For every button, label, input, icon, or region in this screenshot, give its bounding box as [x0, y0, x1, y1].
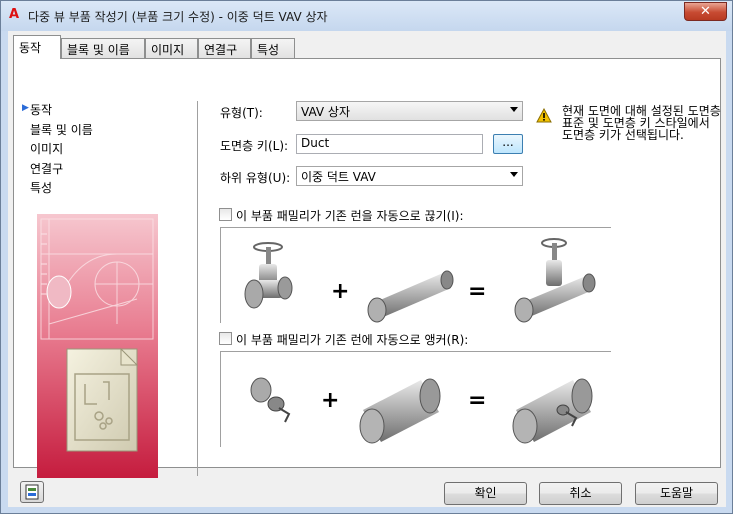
tab-label: 연결구 [204, 43, 238, 57]
tab-image[interactable]: 이미지 [145, 38, 198, 58]
nav-item-image[interactable]: 이미지 [30, 140, 63, 157]
browse-layer-key-button[interactable]: ... [493, 134, 523, 154]
plus-sign: + [331, 279, 349, 304]
play-arrow-icon: ▶ [22, 103, 29, 113]
type-label: 유형(T): [220, 106, 263, 120]
tab-action[interactable]: 동작 [13, 35, 61, 59]
help-button-label: 도움말 [659, 486, 694, 500]
cancel-button[interactable]: 취소 [539, 482, 622, 505]
chevron-down-icon [510, 172, 518, 177]
layer-key-warning-text: 현재 도면에 대해 설정된 도면층 표준 및 도면층 키 스타일에서 도면층 키… [562, 104, 721, 142]
tab-label: 이미지 [151, 43, 185, 57]
valve-in-pipe-icon [514, 238, 596, 323]
ellipsis-icon: ... [502, 135, 514, 149]
nav-item-label: 특성 [30, 181, 53, 195]
pipe-icon [367, 270, 454, 323]
tab-properties[interactable]: 특성 [251, 38, 295, 58]
nav-item-label: 연결구 [30, 162, 64, 176]
nav-item-label: 블록 및 이름 [30, 123, 93, 137]
layer-key-label: 도면층 키(L): [220, 139, 289, 153]
auto-break-checkbox[interactable] [219, 208, 232, 221]
anchor-icon [250, 377, 291, 423]
tab-connectors[interactable]: 연결구 [198, 38, 251, 58]
title-bar[interactable]: A 다중 뷰 부품 작성기 (부품 크기 수정) - 이중 덕트 VAV 상자 … [1, 1, 732, 31]
subtype-label: 하위 유형(U): [220, 171, 291, 185]
equals-sign: = [468, 388, 486, 413]
layer-key-value: Duct [301, 136, 330, 150]
break-illustration: + = [244, 238, 596, 323]
dialog-client: 동작 블록 및 이름 이미지 연결구 특성 ▶ 동작 블록 및 이름 이미지 연… [8, 31, 726, 507]
dialog-window: A 다중 뷰 부품 작성기 (부품 크기 수정) - 이중 덕트 VAV 상자 … [0, 0, 733, 514]
tab-block-and-name[interactable]: 블록 및 이름 [61, 38, 145, 58]
auto-break-preview: + = [220, 227, 611, 323]
auto-break-label: 이 부품 패밀리가 기존 런을 자동으로 끊기(I): [236, 209, 464, 223]
close-icon: ✕ [700, 4, 711, 19]
catalog-illustration [37, 214, 158, 478]
layer-key-input[interactable]: Duct [296, 134, 483, 154]
nav-item-action[interactable]: ▶ 동작 [22, 101, 53, 118]
auto-anchor-preview: + = [220, 351, 611, 447]
auto-anchor-checkbox[interactable] [219, 332, 232, 345]
subtype-dropdown[interactable]: 이중 덕트 VAV [296, 166, 523, 186]
tab-label: 동작 [19, 41, 42, 55]
catalog-preview-button[interactable] [20, 481, 44, 503]
tab-label: 블록 및 이름 [67, 43, 130, 57]
ok-button[interactable]: 확인 [444, 482, 527, 505]
vertical-divider [197, 101, 198, 476]
duct-icon [359, 378, 441, 444]
auto-anchor-label: 이 부품 패밀리가 기존 런에 자동으로 앵커(R): [236, 333, 469, 347]
nav-item-properties[interactable]: 특성 [30, 179, 52, 196]
nav-item-block-and-name[interactable]: 블록 및 이름 [30, 121, 93, 138]
tab-label: 특성 [257, 43, 280, 57]
tab-panel-action: ▶ 동작 블록 및 이름 이미지 연결구 특성 유형(T): VAV 상자 도면… [13, 58, 721, 478]
valve-icon [244, 242, 293, 309]
subtype-dropdown-value: 이중 덕트 VAV [301, 170, 376, 184]
warning-icon [536, 108, 552, 123]
type-dropdown-value: VAV 상자 [301, 105, 350, 119]
autocad-app-icon: A [9, 7, 20, 22]
anchored-duct-icon [512, 378, 593, 444]
type-dropdown[interactable]: VAV 상자 [296, 101, 523, 121]
cancel-button-label: 취소 [569, 486, 592, 500]
close-button[interactable]: ✕ [684, 2, 727, 21]
ok-button-label: 확인 [474, 486, 497, 500]
plus-sign: + [321, 388, 339, 413]
equals-sign: = [468, 279, 486, 304]
window-title: 다중 뷰 부품 작성기 (부품 크기 수정) - 이중 덕트 VAV 상자 [28, 10, 328, 24]
nav-item-connectors[interactable]: 연결구 [30, 160, 63, 177]
help-button[interactable]: 도움말 [635, 482, 718, 505]
nav-item-label: 동작 [30, 103, 53, 117]
catalog-icon [25, 484, 39, 500]
chevron-down-icon [510, 107, 518, 112]
nav-item-label: 이미지 [30, 142, 64, 156]
anchor-illustration: + = [250, 377, 593, 444]
